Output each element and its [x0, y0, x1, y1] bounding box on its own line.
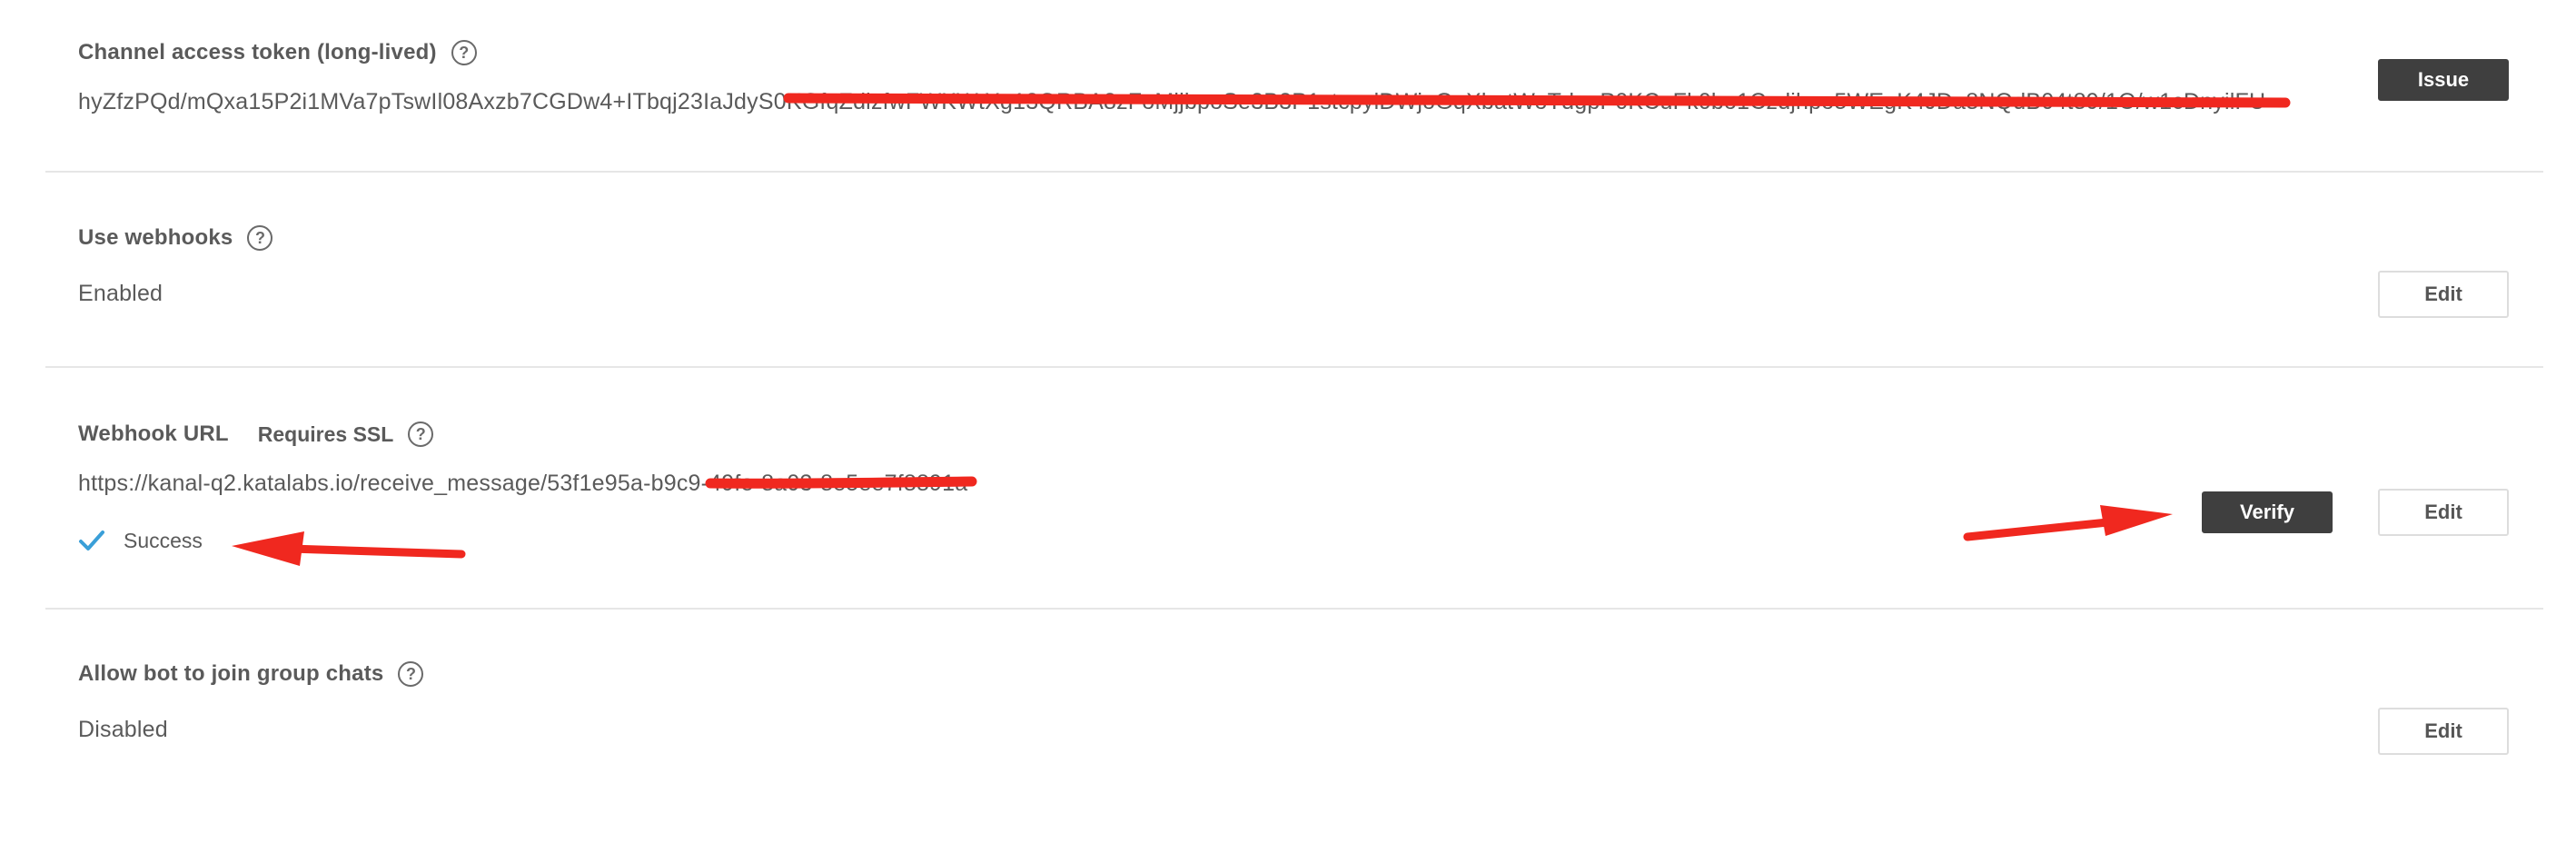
- help-icon[interactable]: ?: [408, 422, 434, 447]
- webhook-url-title: Webhook URL: [78, 422, 229, 446]
- group-chats-title: Allow bot to join group chats: [78, 661, 384, 686]
- webhook-url-title-row: Webhook URL Requires SSL ?: [78, 422, 434, 447]
- issue-button[interactable]: Issue: [2378, 59, 2509, 101]
- help-icon[interactable]: ?: [398, 661, 424, 687]
- webhooks-value: Enabled: [78, 281, 163, 306]
- webhooks-title: Use webhooks: [78, 225, 233, 250]
- group-chats-value: Disabled: [78, 717, 168, 742]
- divider: [45, 171, 2543, 173]
- divider: [45, 366, 2543, 368]
- arrow-annotation: [1963, 505, 2173, 541]
- divider: [45, 608, 2543, 610]
- group-chats-title-row: Allow bot to join group chats ?: [78, 661, 424, 687]
- token-value: hyZfzPQd/mQxa15P2i1MVa7pTswIl08Axzb7CGDw…: [78, 89, 2280, 114]
- arrow-annotation: [232, 531, 466, 566]
- group-chats-edit-button[interactable]: Edit: [2378, 708, 2509, 755]
- webhooks-title-row: Use webhooks ?: [78, 225, 273, 251]
- webhook-url-value: https://kanal-q2.katalabs.io/receive_mes…: [78, 471, 968, 496]
- token-title: Channel access token (long-lived): [78, 40, 437, 64]
- token-title-row: Channel access token (long-lived) ?: [78, 40, 477, 65]
- webhook-url-edit-button[interactable]: Edit: [2378, 489, 2509, 536]
- success-text: Success: [124, 529, 203, 552]
- verification-status: Success: [78, 529, 203, 553]
- check-icon: [78, 530, 105, 553]
- webhooks-edit-button[interactable]: Edit: [2378, 271, 2509, 318]
- requires-ssl-label: Requires SSL: [257, 422, 394, 446]
- help-icon[interactable]: ?: [247, 225, 273, 251]
- help-icon[interactable]: ?: [451, 40, 477, 65]
- verify-button[interactable]: Verify: [2202, 491, 2333, 533]
